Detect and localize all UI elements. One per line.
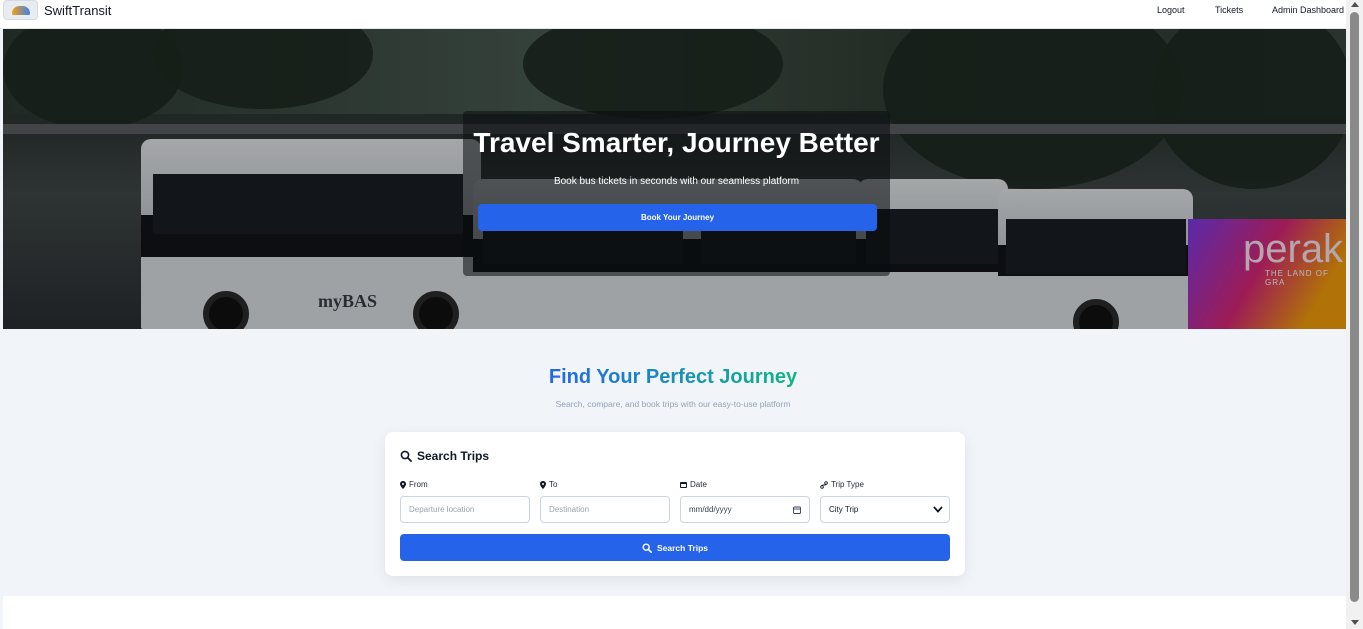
from-label-row: From	[400, 480, 428, 489]
to-label-row: To	[540, 480, 557, 489]
scroll-up-icon[interactable]	[1351, 2, 1359, 7]
trip-type-label: Trip Type	[831, 480, 864, 489]
calendar-picker-icon[interactable]	[793, 506, 801, 514]
date-label: Date	[690, 480, 707, 489]
map-pin-icon	[400, 480, 406, 489]
section-subtitle: Search, compare, and book trips with our…	[555, 399, 791, 409]
trip-type-value: City Trip	[829, 505, 859, 514]
navbar: SwiftTransit Logout Tickets Admin Dashbo…	[0, 0, 1346, 29]
next-section	[3, 596, 1346, 629]
scroll-thumb[interactable]	[1350, 12, 1359, 602]
brand-name[interactable]: SwiftTransit	[44, 3, 111, 18]
search-trips-button-label: Search Trips	[656, 542, 709, 553]
nav-admin-dashboard[interactable]: Admin Dashboard	[1272, 5, 1344, 15]
search-card: Search Trips From Departure location To …	[385, 432, 965, 576]
search-icon	[400, 450, 412, 462]
trip-type-select[interactable]: City Trip	[820, 496, 950, 523]
book-journey-button[interactable]: Book Your Journey	[478, 204, 877, 231]
map-pin-icon	[540, 480, 546, 489]
date-value: mm/dd/yyyy	[689, 505, 732, 514]
scroll-down-icon[interactable]	[1351, 620, 1359, 625]
section-title: Find Your Perfect Journey	[0, 366, 1346, 389]
to-label: To	[549, 480, 558, 489]
chevron-down-icon	[933, 506, 943, 513]
date-input[interactable]: mm/dd/yyyy	[680, 496, 810, 523]
logo-mark	[11, 5, 30, 15]
hero-banner: myBAS perak THE LAND OF GRA Travel Smart…	[3, 29, 1346, 329]
nav-logout[interactable]: Logout	[1157, 5, 1185, 15]
search-trips-button[interactable]: Search Trips	[400, 534, 950, 561]
route-icon	[820, 480, 828, 489]
search-icon	[642, 542, 652, 553]
hero-card: Travel Smarter, Journey Better Book bus …	[463, 111, 890, 276]
nav-tickets[interactable]: Tickets	[1215, 5, 1243, 15]
page-scrollbar[interactable]	[1346, 0, 1363, 629]
hero-title: Travel Smarter, Journey Better	[473, 127, 880, 158]
hero-subtitle: Book bus tickets in seconds with our sea…	[553, 176, 800, 187]
calendar-icon	[680, 481, 687, 488]
trip-type-label-row: Trip Type	[820, 480, 864, 489]
search-card-title: Search Trips	[417, 449, 490, 463]
logo[interactable]	[3, 0, 38, 20]
to-input[interactable]: Destination	[540, 496, 670, 523]
from-label: From	[409, 480, 428, 489]
from-input[interactable]: Departure location	[400, 496, 530, 523]
search-card-header: Search Trips	[400, 449, 489, 463]
date-label-row: Date	[680, 480, 707, 489]
